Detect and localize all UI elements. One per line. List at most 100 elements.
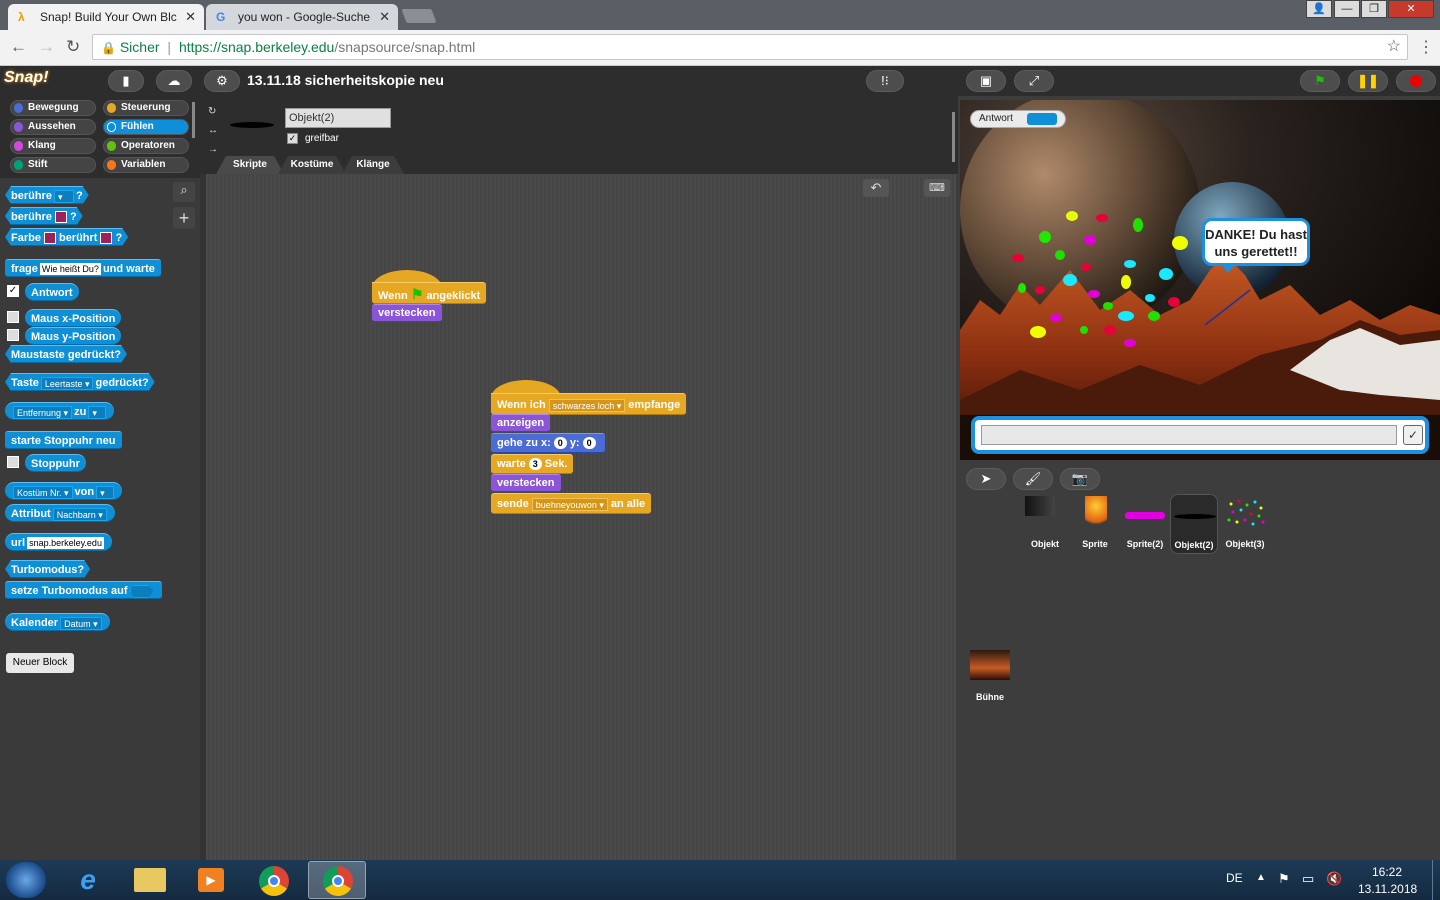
category-klang[interactable]: Klang: [10, 138, 96, 154]
snap-logo[interactable]: Snap!: [4, 69, 52, 93]
block-attribute-of[interactable]: Kostüm Nr. ▾ von ▾: [5, 482, 123, 500]
category-bewegung[interactable]: Bewegung: [10, 100, 96, 116]
block-touching-sprite[interactable]: berühre ▾?: [5, 186, 89, 204]
file-explorer-icon[interactable]: [134, 868, 166, 892]
language-indicator[interactable]: DE: [1226, 871, 1243, 885]
restore-button[interactable]: ❐: [1361, 0, 1387, 18]
block-timer[interactable]: Stoppuhr: [25, 454, 86, 472]
start-button[interactable]: [6, 862, 46, 898]
scripts-scrollbar[interactable]: [952, 112, 955, 162]
corral-sprite-selected[interactable]: Objekt(2): [1170, 494, 1218, 554]
forward-icon[interactable]: →: [38, 37, 55, 57]
category-steuerung[interactable]: Steuerung: [103, 100, 189, 116]
watcher-checkbox-mouse-x[interactable]: [7, 311, 19, 323]
url-field[interactable]: 🔒 Sicher | https://snap.berkeley.edu/sna…: [92, 34, 1408, 60]
block-url[interactable]: url snap.berkeley.edu: [5, 533, 112, 551]
stop-button[interactable]: [1396, 70, 1436, 92]
url-slot[interactable]: snap.berkeley.edu: [27, 537, 104, 550]
category-variablen[interactable]: Variablen: [103, 157, 189, 173]
dropdown[interactable]: Leertaste ▾: [41, 377, 94, 390]
block-mouse-x[interactable]: Maus x-Position: [25, 309, 122, 327]
block-current-date[interactable]: Kalender Datum ▾: [5, 613, 110, 631]
dropdown[interactable]: ▾: [54, 190, 74, 203]
block-color-touching-color[interactable]: Farbe berührt?: [5, 228, 128, 246]
block-set-turbo[interactable]: setze Turbomodus auf: [5, 581, 162, 599]
tab-klaenge[interactable]: Klänge: [342, 156, 404, 174]
category-operatoren[interactable]: Operatoren: [103, 138, 189, 154]
tab-skripte[interactable]: Skripte: [216, 156, 284, 174]
search-blocks-icon[interactable]: ⌕: [173, 182, 195, 202]
cloud-button[interactable]: ☁: [156, 70, 192, 92]
new-tab-button[interactable]: [401, 9, 437, 23]
corral-sprite[interactable]: Sprite(2): [1121, 494, 1169, 554]
dropdown[interactable]: Nachbarn ▾: [52, 507, 107, 521]
dropdown[interactable]: Entfernung ▾: [13, 405, 73, 419]
block-broadcast[interactable]: sende buehneyouwon ▾ an alle: [491, 493, 652, 514]
back-icon[interactable]: ←: [10, 37, 27, 57]
rotate-icon[interactable]: ↻: [208, 102, 222, 121]
new-block-button[interactable]: Neuer Block: [6, 653, 74, 673]
network-icon[interactable]: ▭: [1302, 871, 1314, 887]
user-icon[interactable]: 👤: [1306, 0, 1332, 18]
normal-stage-button[interactable]: ▣: [966, 70, 1006, 92]
block-when-flag-clicked[interactable]: Wenn ⚑ angeklickt: [372, 282, 487, 304]
block-touching-color[interactable]: berühre?: [5, 207, 83, 225]
block-distance-to[interactable]: Entfernung ▾ zu ▾: [5, 402, 115, 420]
y-input[interactable]: 0: [582, 437, 596, 450]
message-dropdown[interactable]: schwarzes loch ▾: [548, 398, 626, 412]
volume-muted-icon[interactable]: 🔇: [1326, 871, 1342, 887]
undo-icon[interactable]: ↶: [863, 179, 889, 197]
paint-sprite-button[interactable]: 🖌: [1013, 468, 1053, 490]
tab-google[interactable]: G you won - Google-Suche ✕: [206, 4, 398, 30]
dropdown[interactable]: Datum ▾: [60, 616, 102, 630]
answer-input[interactable]: [981, 425, 1397, 445]
sprite-name-field[interactable]: Objekt(2): [285, 108, 391, 128]
x-input[interactable]: 0: [553, 437, 567, 450]
block-wait-secs[interactable]: warte 3 Sek.: [491, 454, 574, 474]
reload-icon[interactable]: ↻: [66, 37, 80, 57]
chrome-icon[interactable]: [259, 866, 289, 896]
clock-date[interactable]: 13.11.2018: [1358, 882, 1417, 896]
answer-watcher[interactable]: Antwort: [970, 110, 1066, 128]
internet-explorer-icon[interactable]: e: [72, 864, 104, 896]
green-flag-button[interactable]: ⚑: [1300, 70, 1340, 92]
close-window-button[interactable]: ✕: [1388, 0, 1434, 18]
watcher-checkbox-antwort[interactable]: ✓: [7, 285, 19, 297]
corral-sprite[interactable]: Objekt: [1021, 494, 1069, 554]
block-key-pressed[interactable]: Taste Leertaste ▾ gedrückt?: [5, 373, 155, 391]
close-tab-icon[interactable]: ✕: [185, 9, 196, 25]
block-mouse-down[interactable]: Maustaste gedrückt?: [5, 345, 127, 363]
color-swatch[interactable]: [55, 211, 67, 223]
tab-kostueme[interactable]: Kostüme: [278, 156, 346, 174]
block-mouse-y[interactable]: Maus y-Position: [25, 327, 122, 345]
settings-button[interactable]: ⚙: [204, 70, 240, 92]
minimize-button[interactable]: —: [1334, 0, 1360, 18]
keyboard-icon[interactable]: ⌨: [924, 179, 950, 197]
action-center-icon[interactable]: ⚑: [1278, 871, 1290, 887]
stage-icon[interactable]: Bühne: [965, 646, 1015, 704]
category-aussehen[interactable]: Aussehen: [10, 119, 96, 135]
clock-time[interactable]: 16:22: [1372, 865, 1402, 879]
block-turbo-mode[interactable]: Turbomodus?: [5, 560, 90, 578]
ask-slot[interactable]: Wie heißt Du?: [39, 263, 101, 276]
category-stift[interactable]: Stift: [10, 157, 96, 173]
no-rotate-icon[interactable]: →: [208, 140, 222, 159]
presentation-mode-button[interactable]: ⤢: [1014, 70, 1054, 92]
broadcast-dropdown[interactable]: buehneyouwon ▾: [531, 497, 608, 511]
close-tab-icon[interactable]: ✕: [379, 9, 390, 25]
stage-direction-button[interactable]: !⁝: [866, 70, 904, 92]
block-my-attribute[interactable]: Attribut Nachbarn ▾: [5, 504, 115, 522]
file-menu-button[interactable]: ▮: [108, 70, 144, 92]
chrome-active-window[interactable]: [308, 861, 366, 899]
accept-answer-button[interactable]: ✓: [1403, 425, 1423, 445]
dropdown[interactable]: ▾: [96, 485, 115, 499]
turtle-sprite-button[interactable]: ➤: [966, 468, 1006, 490]
category-fuehlen[interactable]: Fühlen: [103, 119, 189, 135]
block-hide[interactable]: verstecken: [372, 304, 442, 322]
scripts-area[interactable]: ↶ ⌨ Wenn ⚑ angeklickt verstecken Wenn ic…: [206, 112, 956, 860]
block-when-i-receive[interactable]: Wenn ich schwarzes loch ▾ empfange: [491, 393, 687, 415]
pause-button[interactable]: ❚❚: [1348, 70, 1388, 92]
block-answer[interactable]: Antwort: [25, 283, 79, 301]
block-show[interactable]: anzeigen: [491, 414, 551, 432]
make-block-icon[interactable]: +: [173, 207, 195, 229]
